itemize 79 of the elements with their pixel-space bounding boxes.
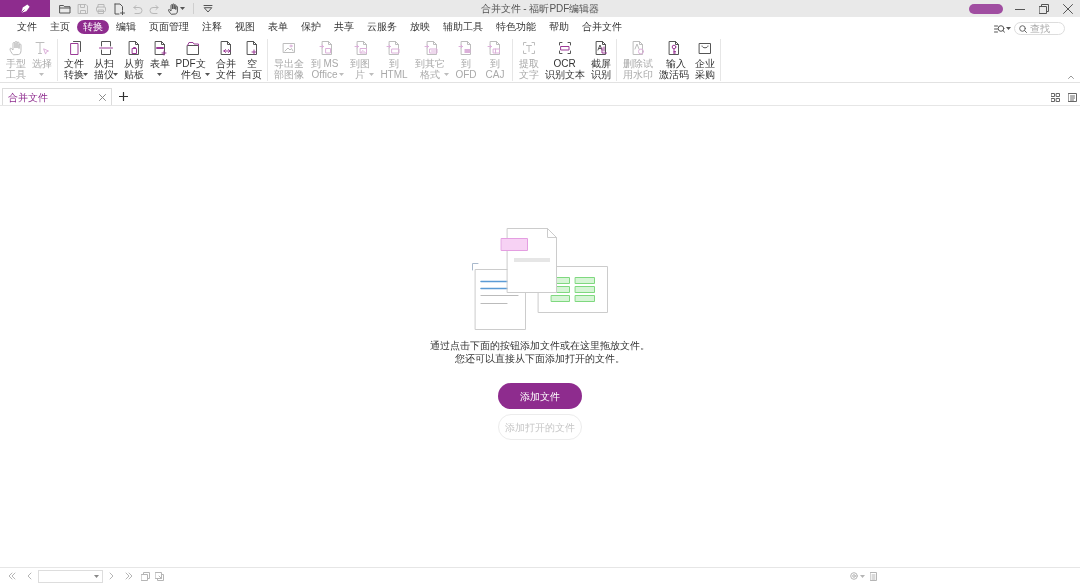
export-document-icon: [386, 40, 402, 56]
search-field[interactable]: 查找: [1014, 22, 1065, 35]
menu-tab[interactable]: 帮助: [543, 20, 575, 34]
menu-tab[interactable]: 合并文件: [576, 20, 628, 34]
hand-tool-dropdown[interactable]: [167, 2, 185, 15]
page-view-icon[interactable]: [870, 571, 877, 581]
merge-files-button[interactable]: 合并文件: [213, 39, 238, 80]
blank-page-button[interactable]: 空白页: [239, 39, 264, 80]
caret-icon: [94, 574, 99, 578]
pen-nib-icon: [19, 3, 31, 14]
menu-tab[interactable]: 注释: [196, 20, 228, 34]
text-cursor-icon: [33, 40, 50, 56]
restore-icon[interactable]: [1039, 3, 1049, 14]
caret-icon: [860, 574, 865, 578]
form-button[interactable]: 表单: [147, 39, 172, 76]
menu-tab[interactable]: 文件: [11, 20, 43, 34]
scan-frame-icon: [556, 40, 573, 56]
menu-tab[interactable]: 编辑: [110, 20, 142, 34]
new-document-icon[interactable]: [113, 2, 125, 15]
menu-tab[interactable]: 主页: [44, 20, 76, 34]
menu-tab[interactable]: 云服务: [361, 20, 403, 34]
close-icon[interactable]: [1063, 3, 1073, 14]
hand-icon: [7, 40, 24, 56]
menu-tab[interactable]: 辅助工具: [437, 20, 489, 34]
from-scanner-button[interactable]: 从扫描仪: [91, 39, 120, 80]
panel-icon[interactable]: [1068, 93, 1077, 102]
export-document-icon: [487, 40, 503, 56]
menu-tab[interactable]: 放映: [404, 20, 436, 34]
activation-code-button[interactable]: 输入激活码: [656, 39, 691, 80]
close-icon[interactable]: [99, 93, 106, 101]
pages-icon[interactable]: [141, 571, 150, 581]
zoom-icon: [850, 572, 858, 580]
shopping-bag-icon: [696, 40, 713, 56]
hint-text: 通过点击下面的按钮添加文件或在这里拖放文件。: [430, 339, 650, 352]
caret-icon: [1006, 27, 1011, 30]
export-document-icon: [458, 40, 474, 56]
screenshot-ocr-button[interactable]: 截屏识别: [588, 39, 613, 80]
menu-tab[interactable]: 共享: [328, 20, 360, 34]
export-document-icon: [353, 40, 370, 56]
add-files-button[interactable]: 添加文件: [498, 383, 582, 409]
hand-icon[interactable]: [167, 2, 179, 15]
next-page-icon[interactable]: [109, 572, 114, 580]
menu-tab[interactable]: 页面管理: [143, 20, 195, 34]
menu-tab[interactable]: 保护: [295, 20, 327, 34]
collapse-ribbon-icon[interactable]: [1068, 75, 1074, 79]
folder-icon: [184, 40, 201, 56]
export-document-icon: [423, 40, 440, 56]
from-clipboard-button[interactable]: 从剪贴板: [121, 39, 146, 80]
scanner-icon: [97, 40, 114, 56]
documents-icon: [67, 40, 84, 56]
document-tab[interactable]: 合并文件: [2, 88, 112, 105]
menu-tab[interactable]: 视图: [229, 20, 261, 34]
window-title: 合并文件 - 福昕PDF编辑器: [480, 2, 600, 16]
image-icon: [280, 40, 297, 56]
first-page-icon[interactable]: [8, 572, 16, 580]
hint-text: 您还可以直接从下面添加打开的文件。: [455, 352, 625, 365]
menu-tab[interactable]: 表单: [262, 20, 294, 34]
page-number-field[interactable]: [38, 569, 103, 583]
file-convert-button[interactable]: 文件转换: [61, 39, 90, 80]
last-page-icon[interactable]: [125, 572, 133, 580]
pdf-portfolio-button[interactable]: PDF文件包: [173, 39, 212, 80]
ocr-button[interactable]: OCR 识别文本: [542, 39, 587, 80]
customize-icon[interactable]: [202, 2, 214, 15]
account-badge[interactable]: [969, 3, 1003, 14]
menu-tab[interactable]: 特色功能: [490, 20, 542, 34]
enterprise-purchase-button[interactable]: 企业采购: [692, 39, 717, 80]
caret-icon: [180, 7, 185, 10]
search-icon: [1019, 24, 1027, 33]
zoom-dropdown[interactable]: [850, 572, 865, 580]
grid-view-icon[interactable]: [1051, 93, 1060, 102]
menu-tab[interactable]: 转换: [77, 20, 109, 34]
plus-icon[interactable]: [119, 92, 128, 101]
folder-icon[interactable]: [59, 2, 71, 15]
view-mode-dropdown[interactable]: [994, 23, 1011, 34]
extract-text-icon: [520, 40, 537, 56]
magnifier-list-icon: [994, 23, 1005, 34]
pages-arrow-icon[interactable]: [155, 571, 164, 581]
previous-page-icon[interactable]: [27, 572, 32, 580]
export-document-icon: [318, 40, 335, 56]
